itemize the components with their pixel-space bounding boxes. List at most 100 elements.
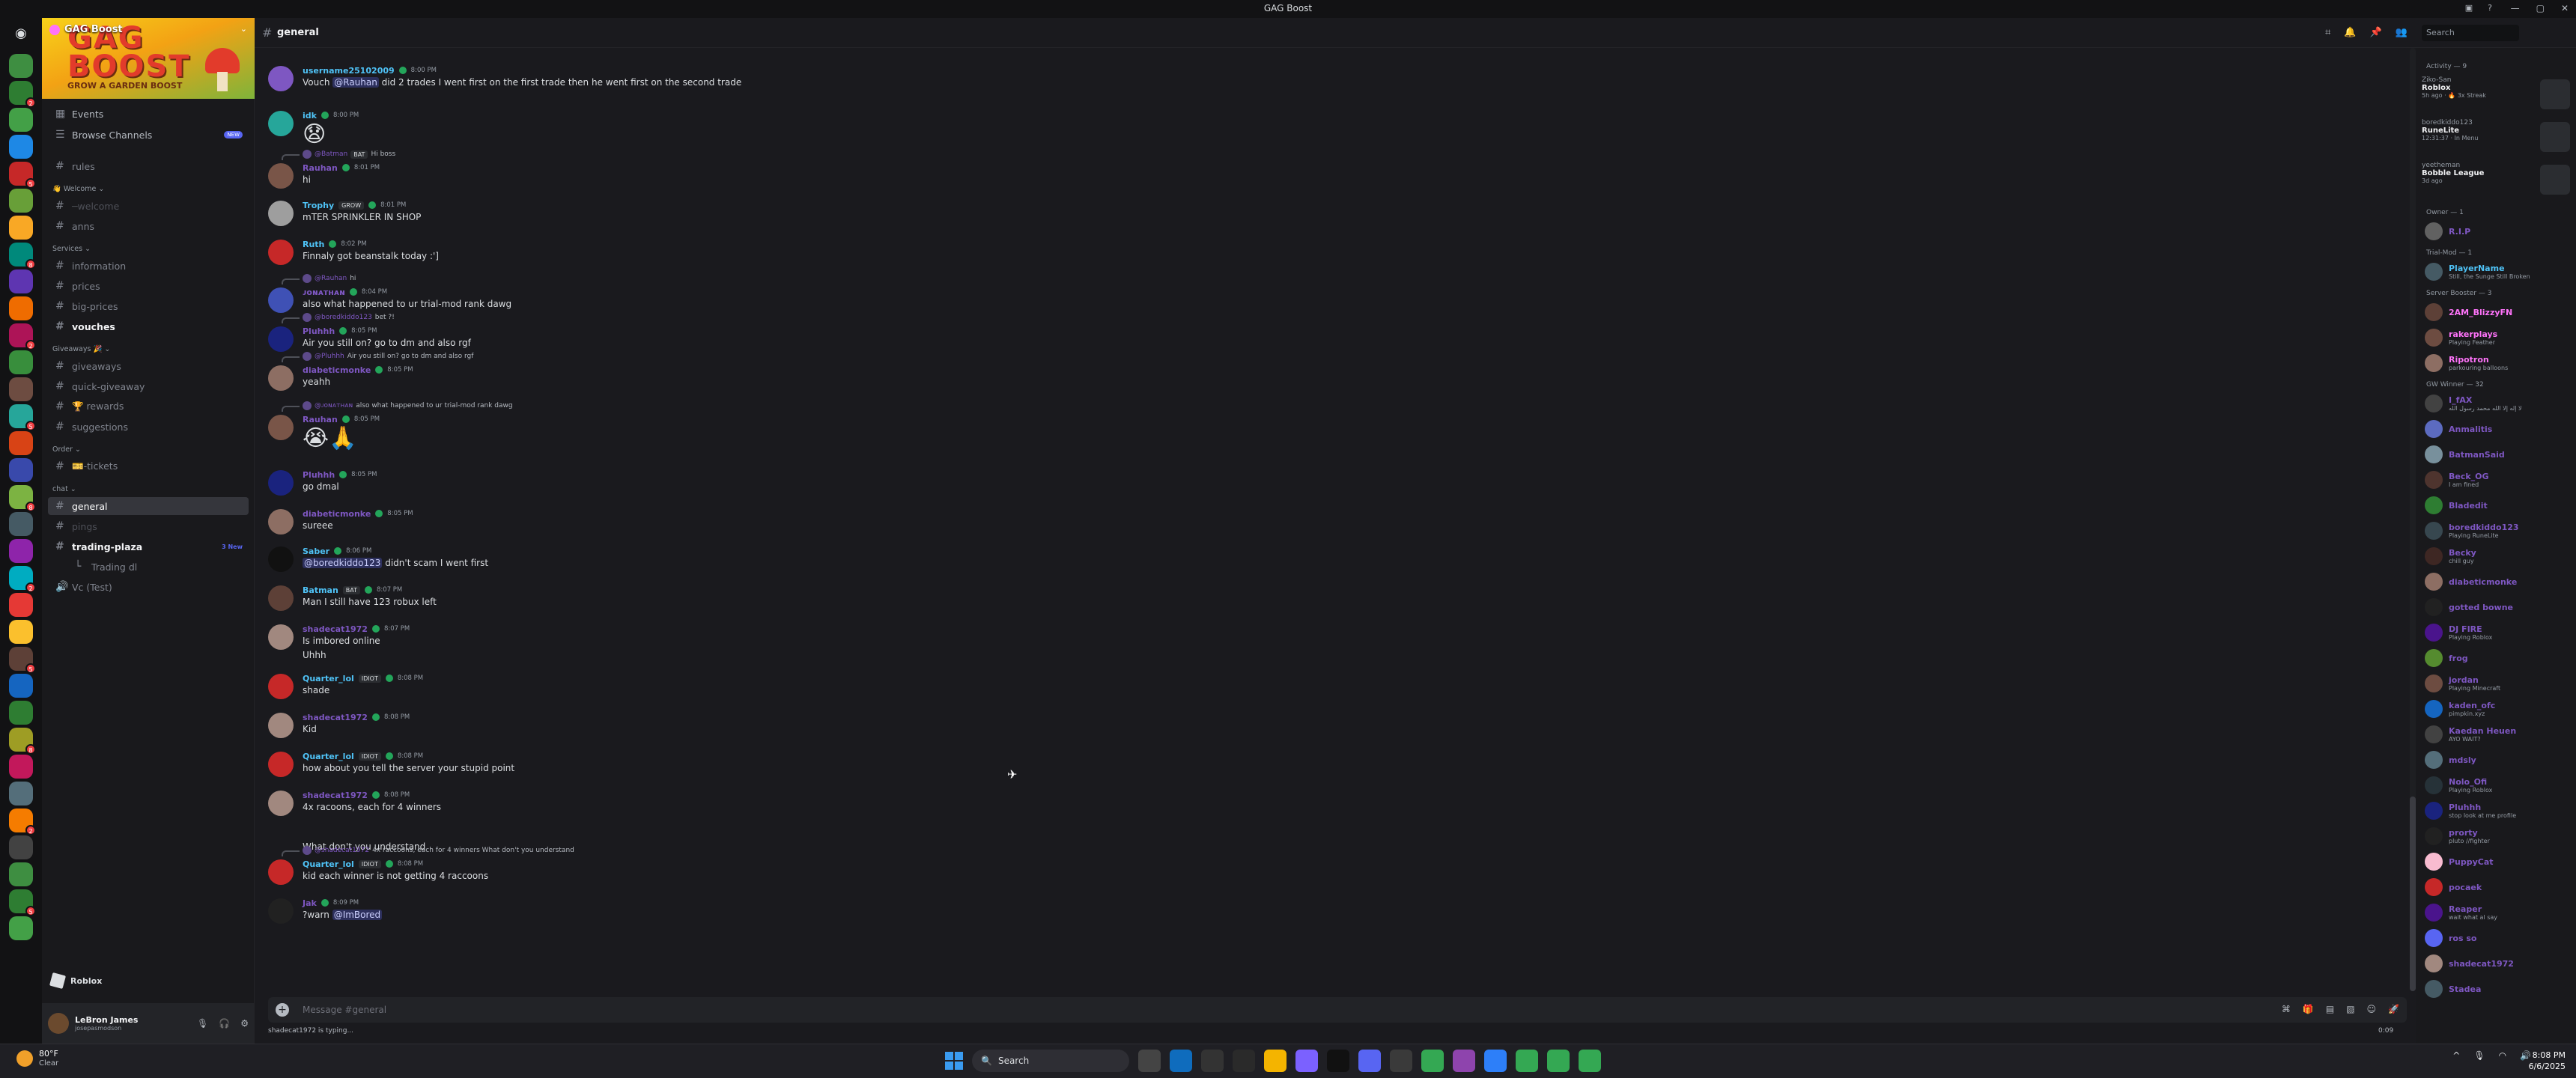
- avatar[interactable]: [48, 1013, 69, 1034]
- activity-card[interactable]: yeetheman Bobble League 3d ago: [2422, 162, 2572, 201]
- member-item[interactable]: Becky chill guy: [2422, 544, 2572, 568]
- member-item[interactable]: Nolo_Ofi Playing Roblox: [2422, 773, 2572, 797]
- channel-rules[interactable]: # rules: [48, 157, 249, 175]
- minimize-button[interactable]: —: [2511, 3, 2520, 13]
- username[interactable]: shadecat1972: [303, 791, 368, 800]
- server-icon[interactable]: [9, 54, 33, 78]
- channel-suggestions[interactable]: # suggestions: [48, 418, 249, 436]
- channel-trading-dl[interactable]: └ Trading dl: [48, 558, 249, 576]
- server-icon[interactable]: [9, 512, 33, 536]
- username[interactable]: Quarter_lol: [303, 752, 354, 761]
- server-icon[interactable]: [9, 458, 33, 482]
- username[interactable]: Jak: [303, 898, 317, 908]
- channel-pings[interactable]: # pings: [48, 517, 249, 535]
- microphone-icon[interactable]: 🎙: [2473, 1050, 2485, 1061]
- server-icon[interactable]: [9, 270, 33, 293]
- members-icon[interactable]: 👥: [2396, 27, 2408, 38]
- app-icon[interactable]: [1484, 1050, 1507, 1072]
- server-icon[interactable]: 8: [9, 485, 36, 512]
- member-item[interactable]: prorty pluto //fighter: [2422, 824, 2572, 848]
- username[interactable]: Rauhan: [303, 415, 338, 424]
- taskbar-search[interactable]: 🔍 Search: [972, 1050, 1129, 1072]
- username[interactable]: Quarter_lol: [303, 859, 354, 869]
- channel-information[interactable]: # information: [48, 257, 249, 275]
- username[interactable]: Trophy: [303, 201, 334, 210]
- file-explorer-icon[interactable]: [1264, 1050, 1287, 1072]
- member-item[interactable]: R.I.P: [2422, 219, 2572, 243]
- server-icon[interactable]: [9, 862, 33, 886]
- server-icon[interactable]: 5: [9, 162, 36, 189]
- channel-vc-test[interactable]: 🔊 Vc (Test): [48, 578, 249, 596]
- app-icon[interactable]: [1327, 1050, 1349, 1072]
- member-item[interactable]: I_fAX لا إله إلا الله محمد رسول الله: [2422, 392, 2572, 415]
- server-icon[interactable]: [9, 431, 33, 455]
- username[interactable]: Pluhhh: [303, 470, 335, 480]
- maximize-button[interactable]: ▢: [2536, 3, 2545, 13]
- server-icon[interactable]: 8: [9, 728, 36, 755]
- scrollbar[interactable]: [2410, 48, 2416, 991]
- username[interactable]: shadecat1972: [303, 624, 368, 634]
- reply-preview[interactable]: @boredkiddo123 bet ?!: [282, 313, 395, 323]
- sidebar-item-events[interactable]: ▦ Events: [48, 105, 249, 123]
- server-icon[interactable]: [9, 135, 33, 159]
- message-input[interactable]: Message #general: [303, 1005, 386, 1015]
- username[interactable]: diabeticmonke: [303, 509, 371, 519]
- reply-preview[interactable]: @Batman BAT Hi boss: [282, 150, 395, 160]
- member-item[interactable]: boredkiddo123 Playing RuneLite: [2422, 519, 2572, 543]
- username[interactable]: username25102009: [303, 66, 395, 76]
- bell-icon[interactable]: 🔔: [2344, 27, 2356, 38]
- inbox-icon[interactable]: ▣: [2464, 3, 2474, 13]
- discord-home-icon[interactable]: ◉: [9, 25, 33, 45]
- avatar[interactable]: [268, 415, 294, 440]
- user-mention[interactable]: @boredkiddo123: [303, 558, 383, 568]
- app-icon[interactable]: [1295, 1050, 1318, 1072]
- edge-icon[interactable]: [1170, 1050, 1192, 1072]
- category-header[interactable]: Services ⌄: [52, 245, 91, 253]
- channel-prices[interactable]: # prices: [48, 277, 249, 295]
- gif-icon[interactable]: ▤: [2326, 1004, 2334, 1014]
- avatar[interactable]: [268, 713, 294, 738]
- server-icon[interactable]: 5: [9, 647, 36, 674]
- reply-preview[interactable]: @ᴊᴏɴᴀᴛʜᴀɴ also what happened to ur trial-…: [282, 401, 513, 412]
- avatar[interactable]: [268, 365, 294, 391]
- member-item[interactable]: shadecat1972: [2422, 951, 2572, 975]
- server-icon[interactable]: [9, 782, 33, 806]
- server-icon[interactable]: 5: [9, 889, 36, 916]
- reply-preview[interactable]: @Rauhan hi: [282, 274, 356, 284]
- member-item[interactable]: ros so: [2422, 926, 2572, 950]
- avatar[interactable]: [268, 624, 294, 650]
- sidebar-item-browse-channels[interactable]: ☰ Browse Channels NEW: [48, 126, 249, 144]
- server-icon[interactable]: [9, 108, 33, 132]
- weather-widget[interactable]: 80°F Clear: [16, 1049, 58, 1068]
- chrome-icon[interactable]: [1516, 1050, 1538, 1072]
- activity-card[interactable]: Ziko-San Roblox 5h ago · 🔥 3x Streak: [2422, 76, 2572, 115]
- username[interactable]: Ruth: [303, 240, 324, 249]
- wifi-icon[interactable]: ◠: [2499, 1050, 2506, 1061]
- gear-icon[interactable]: ⚙: [240, 1018, 249, 1029]
- channel-general[interactable]: # general: [48, 497, 249, 515]
- server-icon[interactable]: [9, 916, 33, 940]
- threads-icon[interactable]: ⌗: [2325, 27, 2330, 38]
- apps-icon[interactable]: ⌘: [2282, 1004, 2291, 1014]
- search-input[interactable]: Search: [2422, 25, 2519, 41]
- activity-icon[interactable]: 🚀: [2388, 1004, 2399, 1014]
- member-item[interactable]: pocaek: [2422, 875, 2572, 899]
- server-icon[interactable]: [9, 755, 33, 779]
- user-mention[interactable]: @ImBored: [332, 910, 383, 920]
- app-icon[interactable]: [1453, 1050, 1475, 1072]
- message-composer[interactable]: + Message #general ⌘ 🎁 ▤ ▧ ☺ 🚀: [268, 997, 2407, 1023]
- avatar[interactable]: [268, 752, 294, 777]
- avatar[interactable]: [268, 66, 294, 91]
- chevron-up-icon[interactable]: ^: [2452, 1050, 2460, 1061]
- server-icon[interactable]: [9, 835, 33, 859]
- emoji-icon[interactable]: ☺: [2367, 1004, 2377, 1014]
- username[interactable]: Pluhhh: [303, 326, 335, 336]
- server-name[interactable]: GAG Boost: [49, 24, 123, 35]
- close-button[interactable]: ✕: [2561, 3, 2569, 13]
- headphones-icon[interactable]: 🎧: [219, 1018, 230, 1029]
- member-item[interactable]: DJ FIRE Playing Roblox: [2422, 621, 2572, 645]
- chrome-icon[interactable]: [1421, 1050, 1444, 1072]
- member-item[interactable]: kaden_ofc pimpkin.xyz: [2422, 697, 2572, 721]
- avatar[interactable]: [268, 470, 294, 496]
- channel-giveaways[interactable]: # giveaways: [48, 357, 249, 375]
